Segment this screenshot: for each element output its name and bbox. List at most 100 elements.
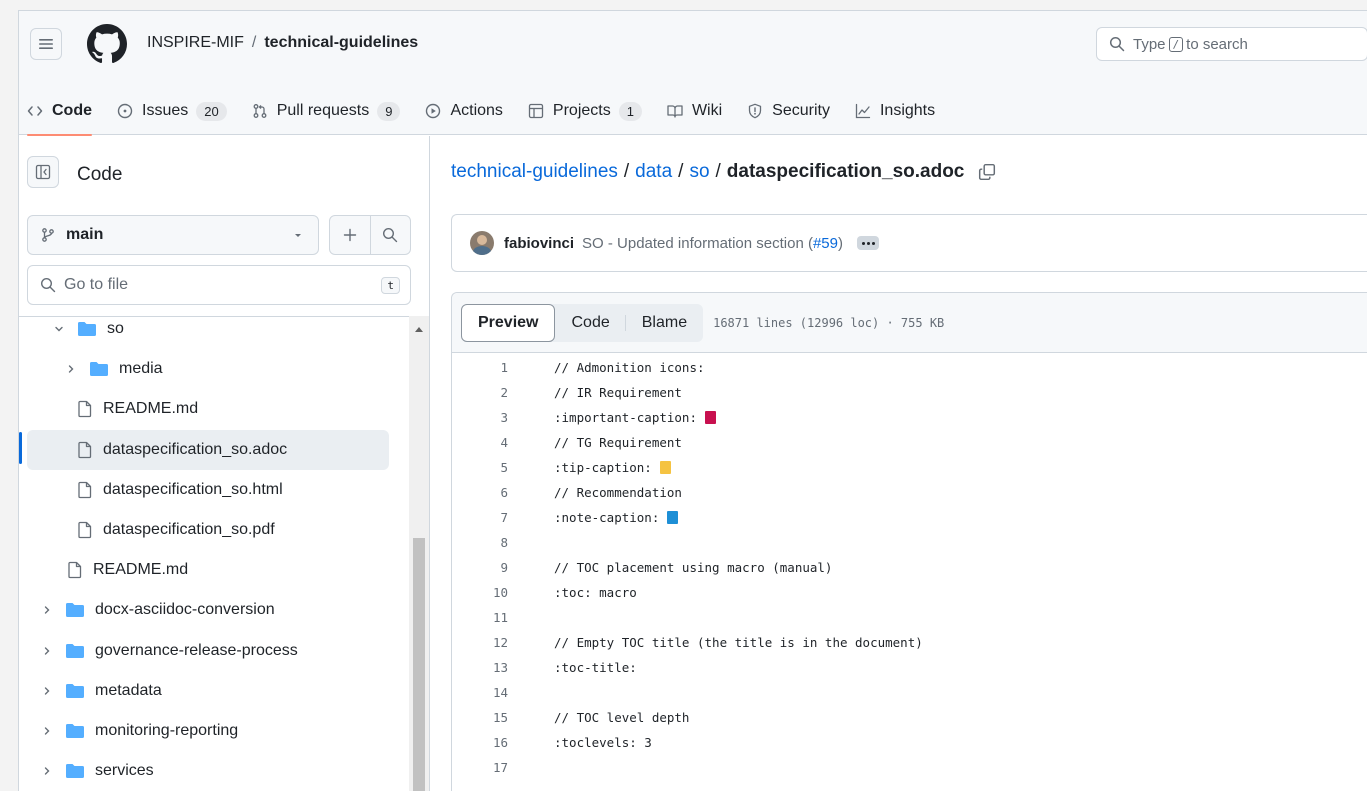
breadcrumb-so-link[interactable]: so — [689, 161, 709, 183]
search-input[interactable]: Type / to search — [1096, 27, 1367, 61]
branch-selector-button[interactable]: main — [27, 215, 319, 255]
tree-folder-item[interactable]: metadata — [27, 671, 389, 711]
line-number[interactable]: 1 — [452, 360, 508, 375]
folder-icon — [90, 362, 108, 377]
tab-issues[interactable]: Issues 20 — [109, 87, 235, 135]
go-to-file-input[interactable]: Go to file t — [27, 265, 411, 305]
tree-item-label: services — [95, 762, 154, 780]
tree-folder-item[interactable]: services — [27, 751, 389, 791]
plus-icon — [343, 228, 356, 242]
tab-code[interactable]: Code — [19, 87, 100, 136]
folder-icon — [66, 764, 84, 779]
breadcrumb-separator: / — [623, 161, 630, 182]
tab-insights[interactable]: Insights — [847, 87, 943, 135]
tree-file-item[interactable]: README.md — [27, 389, 389, 429]
code-line: 1 // Admonition icons: — [452, 355, 1367, 380]
repo-path: INSPIRE-MIF / technical-guidelines — [147, 34, 418, 52]
expand-toggle[interactable] — [39, 685, 55, 697]
line-content: // Recommendation — [554, 485, 682, 500]
tab-wiki[interactable]: Wiki — [659, 87, 730, 135]
tree-file-item[interactable]: dataspecification_so.html — [27, 470, 389, 510]
line-number[interactable]: 3 — [452, 410, 508, 425]
tab-security[interactable]: Security — [739, 87, 838, 135]
code-line: 5:tip-caption: — [452, 455, 1367, 480]
breadcrumb-repo-link[interactable]: technical-guidelines — [451, 161, 618, 183]
line-number[interactable]: 15 — [452, 710, 508, 725]
add-file-button[interactable] — [330, 216, 371, 254]
file-icon — [78, 441, 92, 458]
code-line: 2 // IR Requirement — [452, 380, 1367, 405]
line-number[interactable]: 8 — [452, 535, 508, 550]
repo-owner-link[interactable]: INSPIRE-MIF — [147, 34, 244, 51]
line-number[interactable]: 16 — [452, 735, 508, 750]
repo-nav-tabs: Code Issues 20 Pull requests 9 Actions P… — [19, 87, 952, 136]
line-number[interactable]: 2 — [452, 385, 508, 400]
breadcrumb-data-link[interactable]: data — [635, 161, 672, 183]
line-content: :important-caption: — [554, 410, 716, 425]
search-shortcut: / — [1168, 36, 1184, 52]
tree-actions — [329, 215, 411, 255]
preview-button[interactable]: Preview — [461, 303, 556, 342]
tree-file-item[interactable]: dataspecification_so.adoc — [27, 429, 389, 470]
line-number[interactable]: 13 — [452, 660, 508, 675]
copy-path-button[interactable] — [978, 163, 996, 181]
path-separator: / — [251, 34, 257, 51]
folder-icon — [66, 603, 84, 618]
view-mode-toggle: Preview Code Blame — [461, 303, 704, 342]
collapse-sidebar-button[interactable] — [27, 156, 59, 188]
line-number[interactable]: 7 — [452, 510, 508, 525]
tree-folder-item[interactable]: governance-release-process — [27, 631, 389, 671]
tree-folder-item[interactable]: so — [27, 317, 389, 349]
line-number[interactable]: 10 — [452, 585, 508, 600]
file-icon-wrap — [77, 400, 93, 418]
commit-author-link[interactable]: fabiovinci — [504, 235, 574, 252]
expand-toggle[interactable] — [39, 725, 55, 737]
github-logo-icon[interactable] — [87, 24, 127, 64]
chevron-down-icon — [55, 326, 63, 332]
tab-pull-requests[interactable]: Pull requests 9 — [244, 87, 409, 135]
emoji-square-icon — [705, 410, 716, 424]
search-placeholder-prefix: Type — [1133, 35, 1166, 53]
tree-file-item[interactable]: dataspecification_so.pdf — [27, 510, 389, 550]
line-content: // IR Requirement — [554, 385, 682, 400]
github-page: INSPIRE-MIF / technical-guidelines Type / … — [18, 10, 1367, 791]
commit-message[interactable]: SO - Updated information section (#59) — [582, 235, 843, 252]
expand-toggle[interactable] — [39, 645, 55, 657]
tree-folder-item[interactable]: media — [27, 349, 389, 389]
tree-file-item[interactable]: README.md — [27, 550, 389, 590]
file-icon-wrap — [77, 521, 93, 539]
window-background-left — [0, 0, 18, 791]
avatar[interactable] — [470, 231, 494, 255]
line-number[interactable]: 4 — [452, 435, 508, 450]
expand-toggle[interactable] — [51, 323, 67, 335]
commit-details-button[interactable] — [857, 236, 879, 250]
menu-button[interactable] — [30, 28, 62, 60]
repo-name-link[interactable]: technical-guidelines — [264, 34, 418, 51]
search-files-button[interactable] — [371, 216, 411, 254]
commit-pr-link[interactable]: #59 — [813, 235, 838, 252]
line-number[interactable]: 9 — [452, 560, 508, 575]
scroll-up-arrow[interactable] — [413, 324, 425, 334]
tab-projects[interactable]: Projects 1 — [520, 87, 650, 135]
file-tree: so media README.md dataspecification_so.ado… — [19, 316, 409, 791]
code-view-button[interactable]: Code — [555, 304, 626, 342]
line-number[interactable]: 6 — [452, 485, 508, 500]
line-number[interactable]: 14 — [452, 685, 508, 700]
blame-button[interactable]: Blame — [626, 304, 703, 342]
line-number[interactable]: 5 — [452, 460, 508, 475]
expand-toggle[interactable] — [39, 604, 55, 616]
tab-actions[interactable]: Actions — [417, 87, 510, 135]
expand-toggle[interactable] — [39, 765, 55, 777]
kebab-dot — [861, 241, 865, 245]
line-number[interactable]: 11 — [452, 610, 508, 625]
commit-message-text: SO - Updated information section ( — [582, 234, 813, 252]
tree-folder-item[interactable]: monitoring-reporting — [27, 711, 389, 751]
line-number[interactable]: 17 — [452, 760, 508, 775]
go-to-file-shortcut: t — [381, 277, 400, 294]
tree-folder-item[interactable]: docx-asciidoc-conversion — [27, 590, 389, 630]
tree-scrollbar-thumb[interactable] — [413, 538, 425, 791]
expand-toggle[interactable] — [63, 363, 79, 375]
line-content: :toc: macro — [554, 585, 637, 600]
line-number[interactable]: 12 — [452, 635, 508, 650]
tree-item-label: so — [107, 320, 124, 337]
